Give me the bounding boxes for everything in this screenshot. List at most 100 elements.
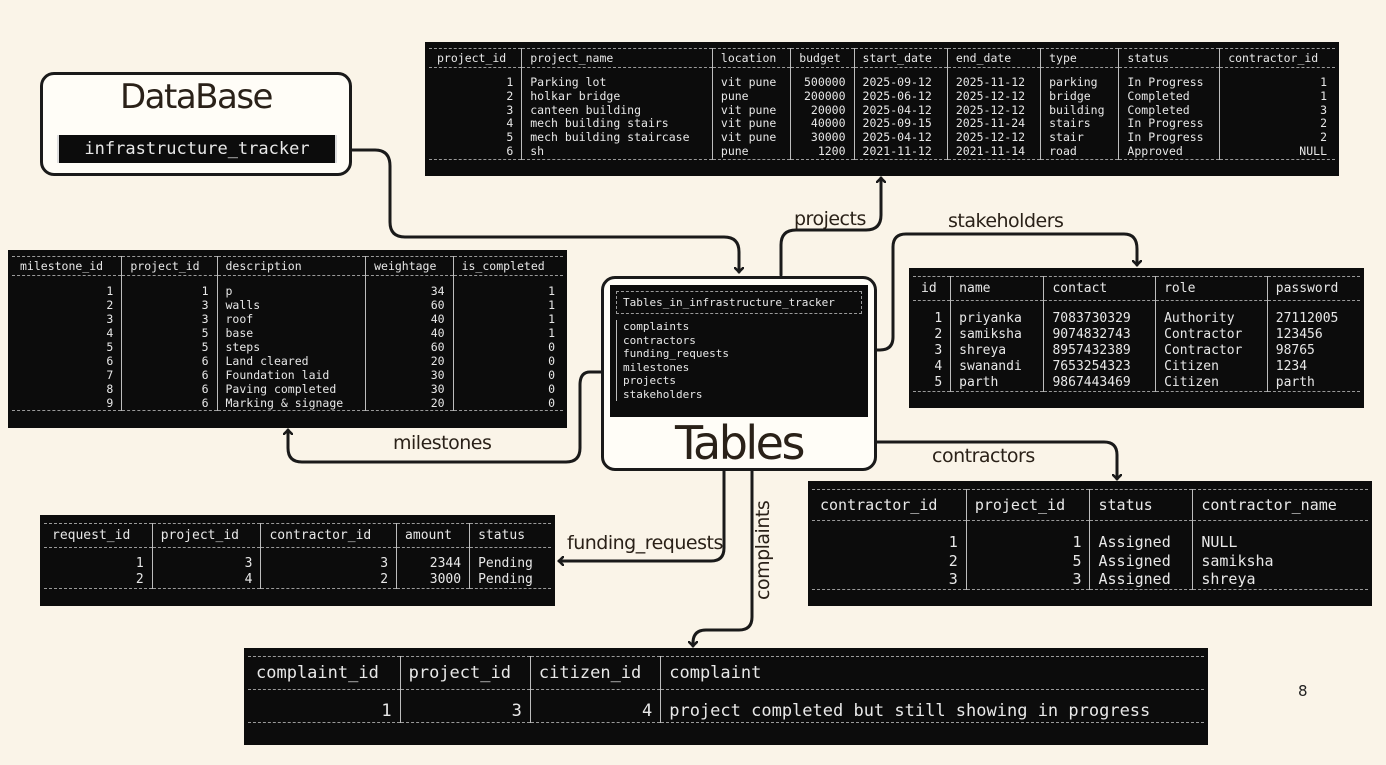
table-cell: In Progress (1118, 117, 1220, 132)
table-header-row: request_id project_id contractor_id amount s… (44, 523, 551, 548)
table-cell: vit pune (711, 103, 791, 118)
tables-list-item: complaints (623, 320, 690, 333)
tables-list-item: funding_requests (623, 347, 729, 360)
table-cell: 1234 (1266, 359, 1360, 375)
table-cell: 7653254323 (1043, 359, 1156, 375)
tables-list-item: projects (623, 374, 676, 387)
table-cell: In Progress (1118, 130, 1220, 145)
table-cell: 2 (934, 327, 943, 342)
table-cell: 2025-12-12 (946, 130, 1041, 145)
table-row: 9 6 Marking & signage 20 0 (12, 396, 563, 411)
column-header: password (1266, 276, 1360, 301)
table-cell: 9867443469 (1043, 375, 1156, 392)
table-cell: samiksha (950, 327, 1044, 343)
table-cell: 4 (106, 326, 114, 340)
table-row: 6 6 Land cleared 20 0 (12, 354, 563, 368)
table-cell: Assigned (1089, 533, 1193, 552)
table-cell: 20 (365, 396, 454, 411)
table-cell: 500000 (790, 75, 855, 90)
table-cell: road (1040, 144, 1119, 160)
table-cell: 3000 (396, 572, 470, 589)
label-complaints: complaints (752, 500, 774, 600)
table-cell: parth (1266, 375, 1360, 392)
table-cell: Paving completed (216, 382, 366, 396)
database-name: infrastructure_tracker (57, 135, 337, 163)
table-cell: 3 (121, 312, 217, 326)
table-cell: 2025-09-12 (853, 75, 948, 90)
column-header: status (469, 523, 551, 548)
table-cell: 7 (106, 368, 114, 382)
table-cell: Parking lot (521, 75, 713, 90)
table-cell: 4 (506, 116, 514, 131)
table-cell: p (216, 284, 366, 298)
table-cell: 3 (1219, 103, 1335, 118)
table-cell: 6 (429, 144, 522, 160)
table-cell: 0 (452, 396, 563, 411)
table-cell: parth (950, 375, 1044, 392)
tables-list-item: stakeholders (623, 387, 703, 401)
tables-title: Tables (675, 416, 805, 470)
column-header: contractor_id (260, 523, 397, 548)
table-row: 2 5 Assigned samiksha (812, 551, 1368, 570)
table-cell: 6 (121, 382, 217, 396)
column-header: project_id (121, 256, 217, 276)
table-row: 3 3 Assigned shreya (812, 570, 1368, 590)
column-header: weightage (365, 256, 454, 276)
column-header: request_id (44, 523, 153, 548)
table-cell: 2 (948, 551, 958, 570)
table-cell: 1 (248, 700, 401, 723)
table-cell: 1 (135, 556, 144, 571)
table-cell: 2344 (396, 556, 470, 572)
table-cell: 1200 (790, 144, 855, 160)
table-row: 2 holkar bridge pune 200000 2025-06-12 2025-1… (429, 88, 1335, 104)
table-cell: 3 (121, 298, 217, 312)
column-header: type (1040, 48, 1119, 68)
table-cell: swanandi (950, 359, 1044, 375)
table-cell: 30000 (790, 130, 855, 145)
table-cell: holkar bridge (521, 89, 713, 104)
table-cell: 40 (365, 326, 454, 340)
table-cell: 34 (365, 284, 454, 298)
database-box: DataBase infrastructure_tracker (40, 72, 352, 176)
column-header: milestone_id (12, 256, 122, 276)
table-cell: 2021-11-14 (946, 144, 1041, 160)
table-cell: 7083730329 (1043, 311, 1156, 327)
table-cell: 5 (506, 130, 514, 145)
table-cell: 0 (452, 368, 563, 382)
column-header: amount (396, 523, 470, 548)
stakeholders-table-grid: id name contact role password 1 priyanka 708373… (913, 276, 1360, 392)
column-header: budget (790, 48, 855, 68)
milestones-table: milestone_id project_id description weighta… (8, 250, 567, 428)
table-cell: steps (216, 340, 366, 354)
table-cell: walls (216, 298, 366, 312)
table-header-row: contractor_id project_id status contractor_… (812, 489, 1368, 521)
database-title: DataBase (120, 77, 273, 117)
table-cell: 6 (121, 354, 217, 368)
column-header: project_id (151, 523, 261, 548)
table-cell: Assigned (1089, 551, 1193, 570)
table-row: 1 Parking lot vit pune 500000 2025-09-12 2025… (429, 75, 1335, 90)
table-cell: 3 (260, 556, 397, 572)
column-header: project_id (399, 656, 531, 690)
table-cell: Pending (469, 556, 551, 572)
table-cell: 1 (965, 533, 1090, 552)
table-cell: 1 (106, 284, 114, 298)
table-cell: 3 (106, 312, 114, 326)
table-cell: 2025-04-12 (853, 103, 948, 118)
table-cell: mech building stairs (521, 117, 713, 132)
column-header: is_completed (452, 256, 563, 276)
table-cell: stair (1040, 130, 1119, 145)
table-row: 5 5 steps 60 0 (12, 340, 563, 354)
table-cell: 40 (365, 312, 454, 326)
label-stakeholders: stakeholders (948, 210, 1064, 232)
stakeholders-table: id name contact role password 1 priyanka 708373… (909, 268, 1364, 408)
table-cell: 2 (506, 88, 514, 103)
table-cell: 3 (506, 102, 514, 117)
page-number: 8 (1298, 682, 1308, 700)
table-cell: 30 (365, 368, 454, 382)
table-cell: 2025-06-12 (853, 89, 948, 104)
table-row: 4 5 base 40 1 (12, 326, 563, 340)
table-row: 6 sh pune 1200 2021-11-12 2021-11-14 road Appro… (429, 144, 1335, 160)
table-cell: 3 (399, 700, 531, 723)
tables-list-item: contractors (623, 333, 696, 347)
